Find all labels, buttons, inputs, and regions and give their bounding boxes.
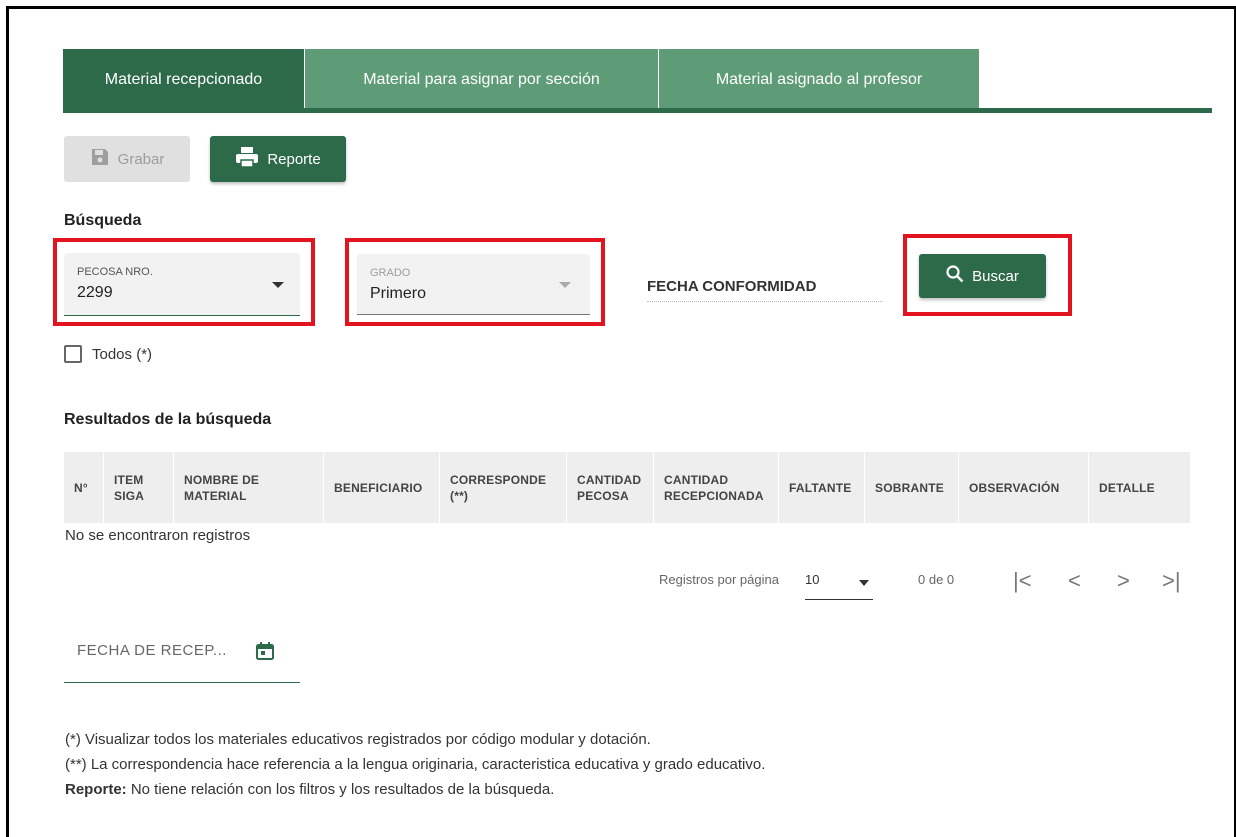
tab-material-asignado-profesor[interactable]: Material asignado al profesor (658, 49, 979, 111)
note-todos: (*) Visualizar todos los materiales educ… (65, 731, 651, 748)
fecha-recepcion-label: FECHA DE RECEP... (77, 642, 227, 659)
col-header-faltante[interactable]: FALTANTE (779, 452, 865, 523)
fecha-conformidad-field[interactable]: FECHA CONFORMIDAD (647, 278, 883, 302)
reporte-button[interactable]: Reporte (210, 136, 346, 182)
fecha-recepcion-field[interactable]: FECHA DE RECEP... (64, 620, 300, 683)
page-range: 0 de 0 (918, 572, 955, 587)
reporte-label: Reporte (267, 150, 321, 168)
todos-label: Todos (*) (92, 345, 153, 363)
col-header-corresponde[interactable]: CORRESPONDE (**) (440, 452, 567, 523)
last-page-icon[interactable]: >| (1162, 568, 1181, 594)
highlight-box-grado (345, 238, 605, 326)
highlight-box-buscar (903, 234, 1072, 316)
col-header-beneficiario[interactable]: BENEFICIARIO (324, 452, 440, 523)
prev-page-icon[interactable]: < (1068, 568, 1081, 594)
next-page-icon[interactable]: > (1117, 568, 1130, 594)
note-reporte-label: Reporte: (65, 781, 127, 798)
busqueda-title: Búsqueda (64, 212, 142, 229)
tab-material-recepcionado[interactable]: Material recepcionado (63, 49, 304, 111)
tab-material-asignar-seccion[interactable]: Material para asignar por sección (304, 49, 658, 111)
per-page-value: 10 (805, 572, 820, 587)
note-reporte-text: No tiene relación con los filtros y los … (126, 781, 555, 798)
col-header-cantidad-pecosa[interactable]: CANTIDAD PECOSA (567, 452, 654, 523)
no-records-message: No se encontraron registros (65, 527, 251, 544)
resultados-title: Resultados de la búsqueda (64, 411, 272, 428)
highlight-box-pecosa (53, 238, 315, 326)
tab-underline (63, 108, 1212, 113)
note-correspondencia: (**) La correspondencia hace referencia … (65, 756, 766, 773)
todos-checkbox-row: Todos (*) (64, 345, 152, 363)
tab-bar: Material recepcionado Material para asig… (63, 49, 979, 111)
save-icon (90, 147, 110, 171)
col-header-cantidad-recepcionada[interactable]: CANTIDAD RECEPCIONADA (654, 452, 779, 523)
grabar-label: Grabar (117, 150, 165, 168)
col-header-nombre-material[interactable]: NOMBRE DE MATERIAL (174, 452, 324, 523)
per-page-select[interactable]: 10 (805, 572, 873, 600)
col-header-item-siga[interactable]: ITEM SIGA (104, 452, 174, 523)
first-page-icon[interactable]: |< (1013, 568, 1032, 594)
todos-checkbox[interactable] (64, 345, 82, 363)
note-reporte: Reporte: No tiene relación con los filtr… (65, 781, 554, 798)
print-icon (235, 146, 259, 172)
per-page-label: Registros por página (659, 572, 779, 587)
chevron-down-icon (859, 580, 869, 586)
col-header-detalle[interactable]: DETALLE (1089, 452, 1190, 523)
grabar-button[interactable]: Grabar (64, 136, 190, 182)
calendar-icon[interactable] (255, 641, 275, 666)
col-header-n[interactable]: N° (64, 452, 104, 523)
col-header-observacion[interactable]: OBSERVACIÓN (959, 452, 1089, 523)
col-header-sobrante[interactable]: SOBRANTE (865, 452, 959, 523)
results-table-header: N° ITEM SIGA NOMBRE DE MATERIAL BENEFICIAR… (64, 452, 1190, 523)
